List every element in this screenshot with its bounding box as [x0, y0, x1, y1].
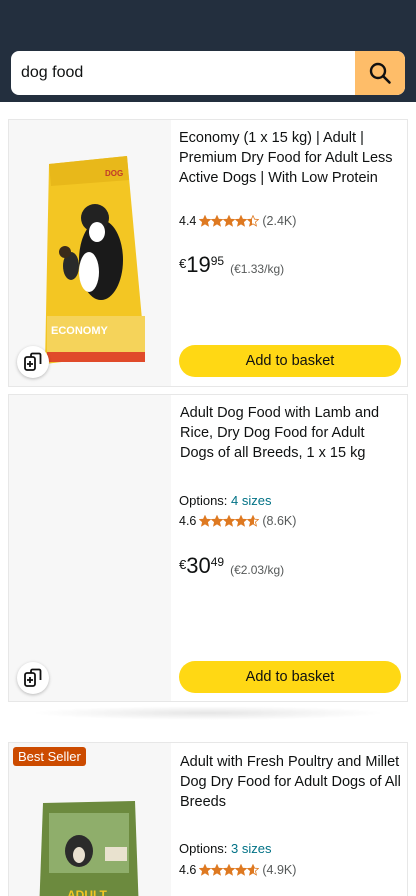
rating-count: (8.6K)	[262, 514, 297, 528]
rating-count: (2.4K)	[262, 214, 297, 228]
options-label: Options:	[179, 493, 228, 508]
star-icon	[223, 215, 236, 227]
star-icon	[199, 215, 212, 227]
product-rating[interactable]: 4.4 (2.4K)	[179, 214, 296, 228]
star-icon	[247, 864, 260, 876]
product-card[interactable]: Adult Dog Food with Lamb and Rice, Dry D…	[8, 394, 408, 702]
add-to-basket-button[interactable]: Add to basket	[179, 345, 401, 377]
star-icon	[211, 864, 224, 876]
price-currency: €	[179, 256, 187, 271]
product-card[interactable]: ECONOMY DOG Economy (1 x 15 kg) | Adult …	[8, 119, 408, 387]
unit-price: (€2.03/kg)	[230, 563, 285, 577]
star-icon	[235, 864, 248, 876]
search-bar	[11, 51, 405, 95]
product-title[interactable]: Economy (1 x 15 kg) | Adult | Premium Dr…	[179, 128, 401, 188]
star-rating	[199, 515, 260, 527]
rating-value: 4.4	[179, 214, 197, 228]
options-link[interactable]: 4 sizes	[231, 493, 271, 508]
search-icon	[369, 62, 391, 84]
product-options[interactable]: Options: 4 sizes	[179, 493, 272, 508]
product-title[interactable]: Adult with Fresh Poultry and Millet Dog …	[180, 752, 402, 812]
star-rating	[199, 864, 260, 876]
package-brand: DOG	[105, 169, 123, 178]
package-label: ADULT	[67, 888, 107, 896]
star-icon	[223, 515, 236, 527]
star-icon	[199, 515, 212, 527]
package-label: ECONOMY	[51, 325, 109, 337]
compare-icon	[24, 352, 42, 371]
star-icon	[211, 215, 224, 227]
rating-count: (4.9K)	[262, 863, 297, 877]
product-details: Adult Dog Food with Lamb and Rice, Dry D…	[179, 395, 403, 701]
section-divider	[30, 706, 386, 720]
search-input[interactable]	[11, 51, 355, 95]
compare-button[interactable]	[17, 662, 49, 694]
product-details: Economy (1 x 15 kg) | Adult | Premium Dr…	[179, 120, 403, 386]
results-list: ECONOMY DOG Economy (1 x 15 kg) | Adult …	[0, 102, 416, 896]
product-card[interactable]: ADULT Best Seller Adult with Fresh Poult…	[8, 742, 408, 896]
price-fraction: 49	[210, 555, 225, 569]
rating-value: 4.6	[179, 863, 197, 877]
price-whole: 30	[186, 553, 211, 578]
star-icon	[223, 864, 236, 876]
star-icon	[235, 215, 248, 227]
product-details: Adult with Fresh Poultry and Millet Dog …	[179, 743, 403, 896]
add-to-basket-button[interactable]: Add to basket	[179, 661, 401, 693]
star-icon	[199, 864, 212, 876]
price-fraction: 95	[210, 254, 225, 268]
product-rating[interactable]: 4.6 (8.6K)	[179, 514, 296, 528]
price-currency: €	[179, 557, 187, 572]
star-icon	[247, 215, 260, 227]
unit-price: (€1.33/kg)	[230, 262, 285, 276]
header	[0, 0, 416, 102]
star-icon	[211, 515, 224, 527]
product-options[interactable]: Options: 3 sizes	[179, 841, 272, 856]
price: € 19 95 (€1.33/kg)	[179, 252, 284, 278]
rating-value: 4.6	[179, 514, 197, 528]
options-label: Options:	[179, 841, 228, 856]
star-icon	[247, 515, 260, 527]
price: € 30 49 (€2.03/kg)	[179, 553, 284, 579]
compare-icon	[24, 668, 42, 687]
star-icon	[235, 515, 248, 527]
compare-button[interactable]	[17, 346, 49, 378]
price-whole: 19	[186, 252, 211, 277]
options-link[interactable]: 3 sizes	[231, 841, 271, 856]
product-image[interactable]	[9, 395, 171, 701]
product-title[interactable]: Adult Dog Food with Lamb and Rice, Dry D…	[180, 403, 402, 463]
product-rating[interactable]: 4.6 (4.9K)	[179, 863, 296, 877]
search-button[interactable]	[355, 51, 405, 95]
star-rating	[199, 215, 260, 227]
best-seller-badge: Best Seller	[13, 747, 86, 766]
